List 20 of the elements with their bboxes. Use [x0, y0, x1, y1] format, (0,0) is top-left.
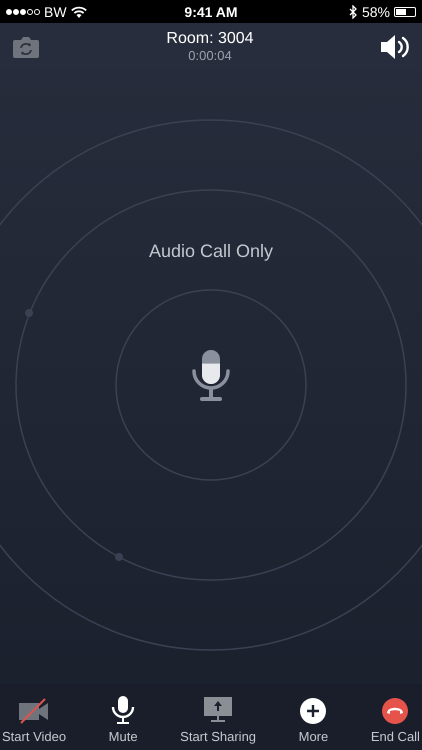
- call-mode-label: Audio Call Only: [148, 241, 274, 262]
- battery-icon: [394, 6, 416, 16]
- call-duration: 0:00:04: [188, 48, 232, 63]
- screen-share-icon: [203, 695, 234, 725]
- carrier-name: BW: [44, 4, 67, 20]
- switch-camera-button[interactable]: [12, 36, 40, 58]
- bluetooth-icon: [348, 4, 358, 18]
- mic-button[interactable]: Mute: [108, 695, 138, 744]
- more-button[interactable]: More: [298, 697, 328, 744]
- wifi-icon: [70, 6, 87, 18]
- phone-hangup-icon: [381, 697, 410, 725]
- share-button[interactable]: Start Sharing: [180, 695, 256, 744]
- battery-percent: 58%: [362, 4, 390, 20]
- clock-time: 9:41 AM: [184, 4, 238, 20]
- end-button[interactable]: End Call: [370, 697, 420, 744]
- speaker-button[interactable]: [380, 34, 410, 60]
- signal-icon: [6, 8, 40, 14]
- plus-icon: [299, 697, 328, 725]
- room-title: Room: 3004: [166, 30, 254, 48]
- video-off-button[interactable]: Start Video: [2, 697, 66, 744]
